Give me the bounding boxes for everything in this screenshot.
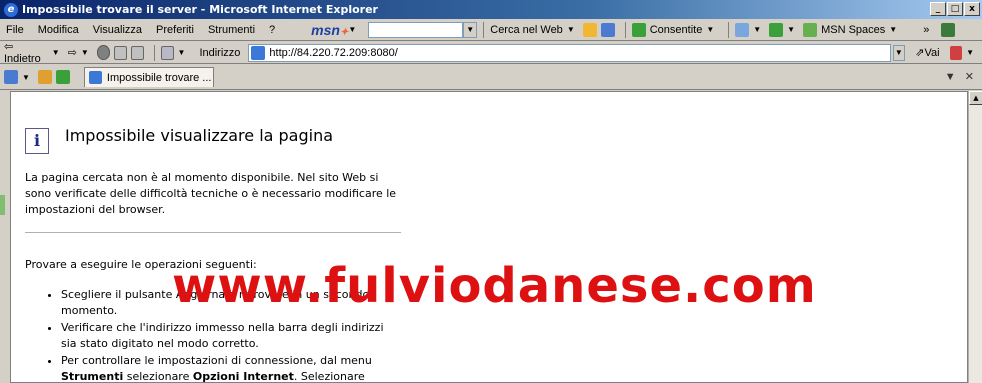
minimize-button[interactable]: _ [930, 2, 946, 16]
msn-spaces-button[interactable]: MSN Spaces [821, 24, 885, 36]
list-item: Per controllare le impostazioni di conne… [61, 353, 401, 382]
page-icon [88, 71, 102, 84]
spaces-icon[interactable] [803, 22, 818, 37]
media-icon[interactable] [160, 45, 174, 60]
favorites-icon[interactable] [37, 70, 52, 84]
msn-dropdown-icon[interactable]: ▼ [348, 25, 356, 34]
forward-dropdown-icon[interactable]: ▼ [81, 48, 89, 57]
tab-current[interactable]: Impossibile trovare ... [83, 67, 214, 87]
add-favorite-icon[interactable] [55, 70, 70, 84]
menu-help[interactable]: ? [269, 24, 275, 36]
address-dropdown[interactable]: ▼ [892, 44, 906, 61]
chevron-down-icon[interactable]: ▼ [753, 25, 761, 34]
highlight-icon[interactable] [582, 22, 597, 37]
msn-logo[interactable]: msn✦ [311, 22, 348, 38]
menu-visualizza[interactable]: Visualizza [93, 24, 142, 36]
watermark-text: www.fulviodanese.com [172, 258, 817, 314]
side-marker [0, 195, 5, 215]
address-label: Indirizzo [199, 46, 241, 59]
quick-tabs-icon[interactable] [4, 70, 18, 84]
chevron-down-icon[interactable]: ▼ [567, 25, 575, 34]
chevron-down-icon[interactable]: ▼ [966, 48, 974, 57]
search-web-button[interactable]: Cerca nel Web [490, 24, 563, 36]
chevron-down-icon[interactable]: ▼ [787, 25, 795, 34]
toolbar-overflow-icon[interactable]: » [923, 24, 929, 36]
scroll-up-button[interactable]: ▲ [969, 91, 982, 105]
msn-search-input[interactable] [368, 21, 464, 38]
chevron-down-icon[interactable]: ▼ [178, 48, 186, 57]
menu-modifica[interactable]: Modifica [38, 24, 79, 36]
messenger-icon[interactable] [769, 22, 784, 37]
toolbar-separator [624, 21, 626, 38]
menu-strumenti[interactable]: Strumenti [208, 24, 255, 36]
home-icon[interactable] [131, 45, 144, 60]
ie-icon: e [4, 2, 18, 17]
popup-icon[interactable] [631, 22, 646, 37]
address-url[interactable]: http://84.220.72.209:8080/ [269, 47, 397, 59]
chevron-down-icon[interactable]: ▼ [706, 25, 714, 34]
menu-bar: File Modifica Visualizza Preferiti Strum… [0, 19, 982, 41]
chevron-down-icon[interactable]: ▼ [22, 73, 30, 82]
window-titlebar: e Impossibile trovare il server - Micros… [0, 0, 982, 19]
window-title: Impossibile trovare il server - Microsof… [22, 3, 378, 16]
stop-icon[interactable] [96, 45, 111, 60]
toolbar-separator [483, 21, 485, 38]
msn-search-dropdown[interactable]: ▼ [463, 21, 478, 38]
forward-button[interactable]: ⇨ [68, 46, 77, 59]
mail-icon[interactable] [735, 22, 750, 37]
menu-preferiti[interactable]: Preferiti [156, 24, 194, 36]
menu-file[interactable]: File [6, 24, 24, 36]
window-controls: _ □ x [930, 2, 980, 16]
windows-flag-icon [941, 22, 956, 37]
allow-popups-button[interactable]: Consentite [650, 24, 703, 36]
back-button[interactable]: ⇦ Indietro [4, 40, 48, 65]
maximize-button[interactable]: □ [947, 2, 963, 16]
tab-bar: ▼ Impossibile trovare ... ▼ ✕ [0, 65, 982, 90]
page-heading: Impossibile visualizzare la pagina [65, 126, 334, 145]
address-bar: ⇦ Indietro ▼ ⇨ ▼ ▼ Indirizzo http://84.2… [0, 40, 982, 65]
list-item: Verificare che l'indirizzo immesso nella… [61, 320, 401, 352]
toolbar-separator [153, 44, 155, 61]
toolbar-separator [728, 21, 730, 38]
page-content: i Impossibile visualizzare la pagina La … [10, 91, 968, 383]
go-button[interactable]: ⇗Vai [915, 46, 939, 59]
close-button[interactable]: x [964, 2, 980, 16]
chevron-down-icon[interactable]: ▼ [889, 25, 897, 34]
error-description: La pagina cercata non è al momento dispo… [25, 171, 397, 216]
notes-icon[interactable] [600, 22, 615, 37]
back-dropdown-icon[interactable]: ▼ [52, 48, 60, 57]
divider [25, 232, 401, 233]
vertical-scrollbar[interactable]: ▲ [968, 91, 982, 383]
address-input[interactable]: http://84.220.72.209:8080/ [248, 43, 891, 62]
refresh-icon[interactable] [114, 45, 128, 60]
tab-list-icon[interactable]: ▼ ✕ [945, 70, 974, 83]
page-icon [251, 45, 266, 60]
translate-icon[interactable] [949, 45, 963, 60]
info-icon: i [25, 128, 49, 154]
tab-label: Impossibile trovare ... [106, 71, 212, 84]
